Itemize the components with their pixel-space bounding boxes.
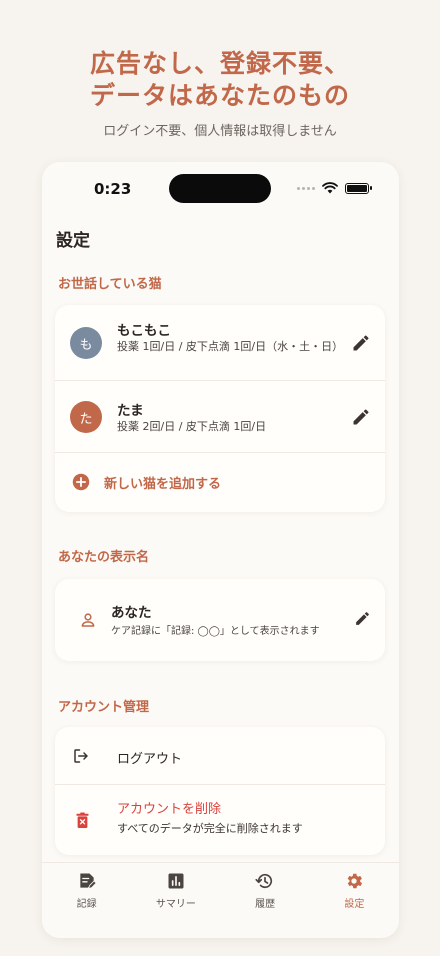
status-time: 0:23: [94, 180, 132, 198]
nav-label: 履歴: [255, 899, 276, 910]
gear-icon: [348, 873, 363, 889]
delete-account-description: すべてのデータが完全に削除されます: [117, 822, 303, 835]
battery-icon: [345, 182, 372, 194]
edit-note-icon: [79, 873, 97, 890]
promo-headline-line1: 広告なし、登録不要、: [89, 49, 350, 78]
dynamic-island: [169, 174, 271, 203]
cat-description: 投薬 2回/日 / 皮下点滴 1回/日: [117, 420, 267, 433]
page-title: 設定: [56, 231, 90, 251]
account-card: ログアウト アカウントを削除 すべてのデータが完全に削除されます: [55, 727, 385, 855]
cat-row[interactable]: も もこもこ 投薬 1回/日 / 皮下点滴 1回/日（水・土・日）: [55, 305, 385, 381]
cats-section-title: お世話している猫: [58, 277, 162, 292]
nav-tab-record[interactable]: 記録: [42, 863, 131, 938]
nav-label: サマリー: [155, 899, 196, 910]
logout-button[interactable]: ログアウト: [55, 727, 385, 785]
delete-account-label: アカウントを削除: [117, 802, 222, 817]
person-icon: [81, 613, 95, 627]
signal-dots-icon: [297, 186, 315, 190]
bottom-nav: 記録 サマリー 履歴 設定: [42, 862, 399, 938]
add-cat-label: 新しい猫を追加する: [104, 476, 222, 492]
promo-headline: 広告なし、登録不要、 データはあなたのもの: [0, 48, 440, 112]
nav-tab-settings[interactable]: 設定: [310, 863, 399, 938]
nav-tab-summary[interactable]: サマリー: [131, 863, 220, 938]
cat-description: 投薬 1回/日 / 皮下点滴 1回/日（水・土・日）: [117, 340, 344, 353]
promo-headline-line2: データはあなたのもの: [89, 81, 350, 110]
display-name-card[interactable]: あなた ケア記録に「記録: ◯◯」として表示されます: [55, 579, 385, 661]
phone-screen: 0:23 設定 お世話している猫 も もこもこ 投薬 1回/日 / 皮下点滴 1…: [42, 162, 399, 938]
history-icon: [255, 873, 273, 889]
display-name-description: ケア記録に「記録: ◯◯」として表示されます: [111, 626, 320, 637]
edit-pencil-icon[interactable]: [354, 610, 371, 627]
cat-row[interactable]: た たま 投薬 2回/日 / 皮下点滴 1回/日: [55, 381, 385, 453]
status-icons: [297, 182, 372, 194]
display-name-section-title: あなたの表示名: [58, 550, 150, 565]
cat-avatar: た: [70, 401, 102, 433]
bar-chart-icon: [168, 873, 184, 889]
nav-label: 設定: [344, 899, 365, 910]
add-circle-icon: [72, 473, 90, 491]
promo-subline: ログイン不要、個人情報は取得しません: [103, 124, 337, 139]
nav-label: 記録: [76, 899, 97, 910]
wifi-icon: [322, 182, 338, 194]
cat-name: もこもこ: [117, 323, 171, 339]
edit-pencil-icon[interactable]: [351, 407, 371, 427]
logout-icon: [74, 749, 88, 763]
logout-label: ログアウト: [117, 752, 183, 767]
edit-pencil-icon[interactable]: [351, 333, 371, 353]
cat-name: たま: [117, 403, 144, 419]
add-cat-button[interactable]: 新しい猫を追加する: [55, 453, 385, 511]
nav-tab-history[interactable]: 履歴: [221, 863, 310, 938]
display-name: あなた: [111, 605, 152, 621]
delete-trash-icon: [76, 812, 89, 828]
cats-card: も もこもこ 投薬 1回/日 / 皮下点滴 1回/日（水・土・日） た たま 投…: [55, 305, 385, 512]
account-section-title: アカウント管理: [58, 700, 150, 715]
cat-avatar: も: [70, 327, 102, 359]
delete-account-button[interactable]: アカウントを削除 すべてのデータが完全に削除されます: [55, 785, 385, 855]
